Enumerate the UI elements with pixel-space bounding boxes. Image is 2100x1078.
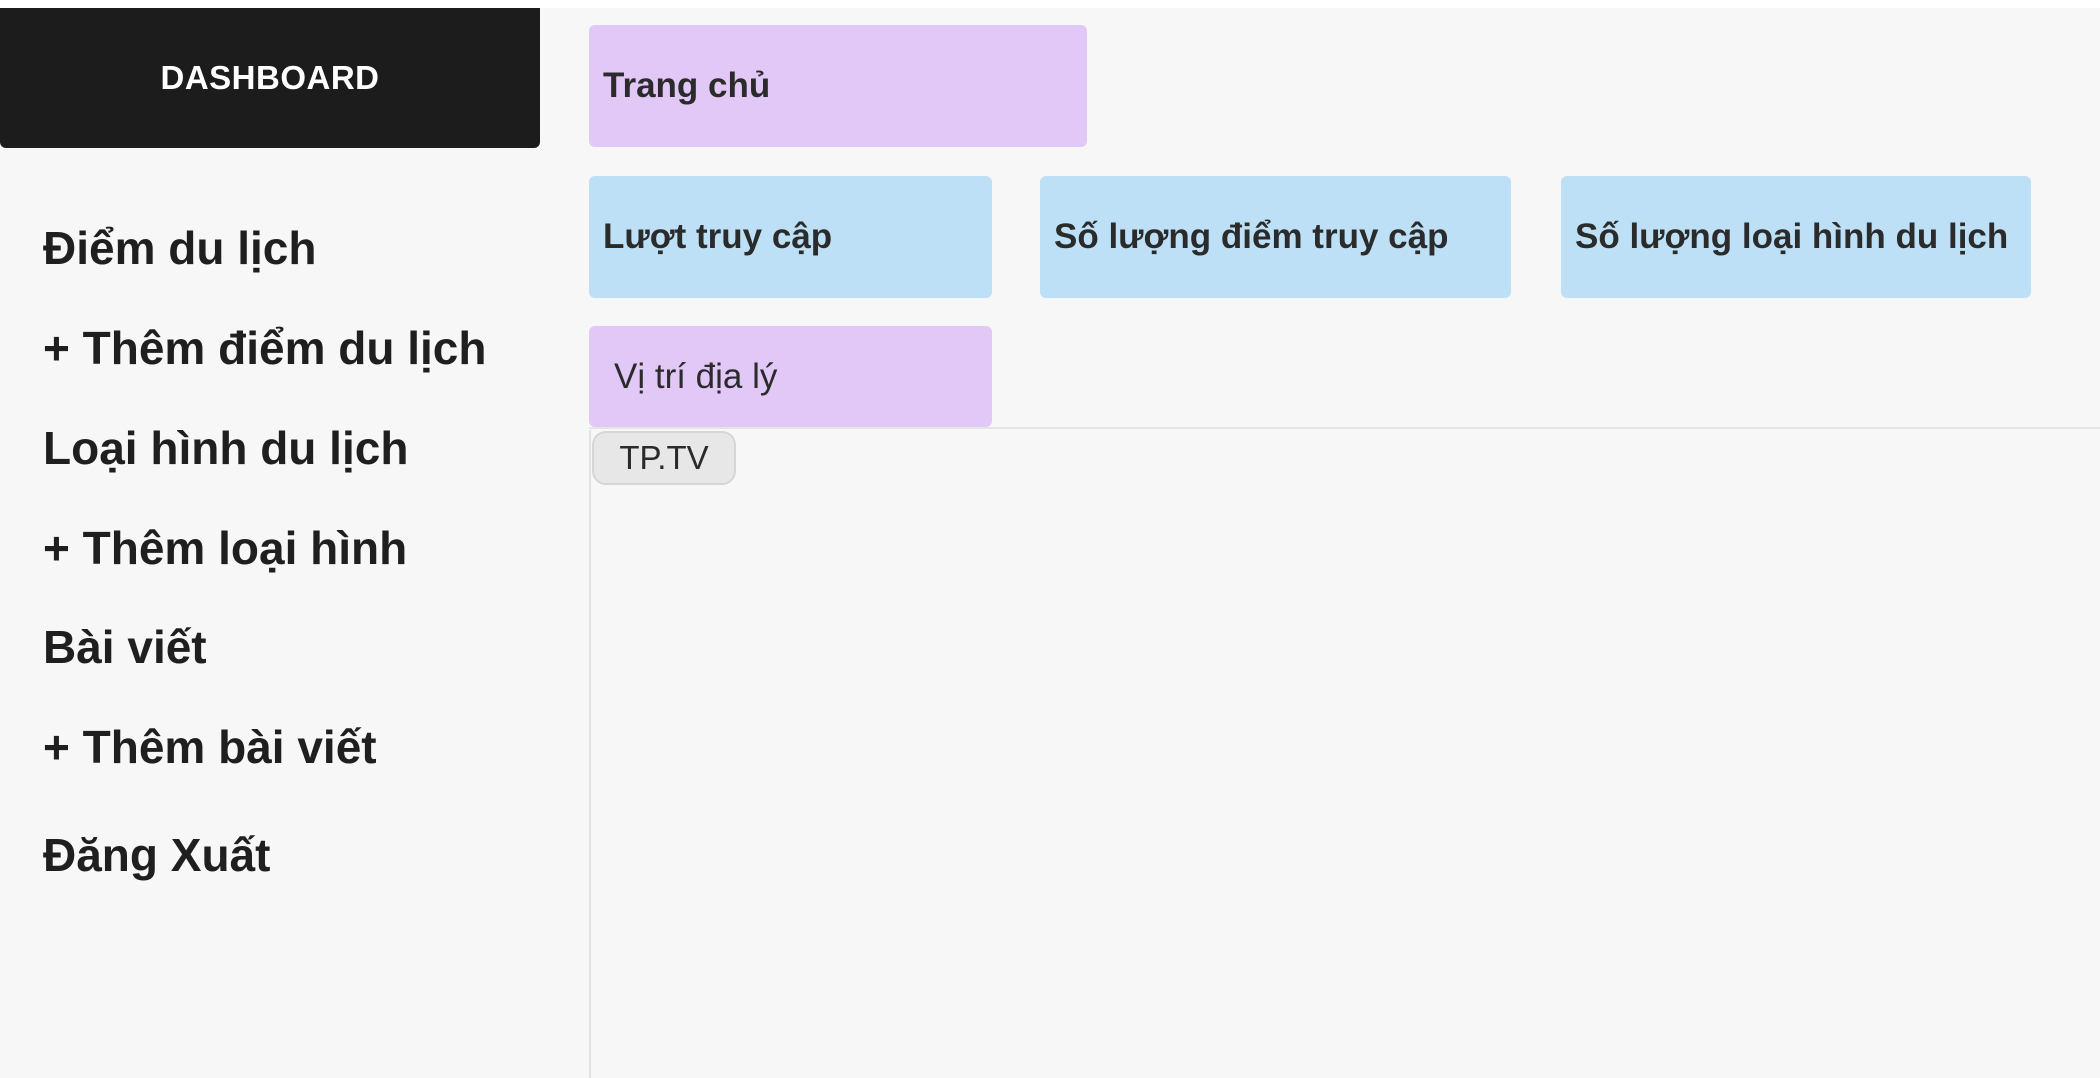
map-area[interactable]: [591, 429, 2100, 1078]
sidebar-item-add-tourist-spot[interactable]: + Thêm điểm du lịch: [43, 320, 486, 376]
sidebar-item-add-post[interactable]: + Thêm bài viết: [43, 719, 377, 775]
stat-card-tourism-types[interactable]: Số lượng loại hình du lịch: [1561, 176, 2031, 298]
sidebar-item-posts[interactable]: Bài viết: [43, 619, 207, 675]
top-strip: [0, 0, 2100, 8]
sidebar-item-tourism-types[interactable]: Loại hình du lịch: [43, 420, 408, 476]
dashboard-brand[interactable]: DASHBOARD: [0, 8, 540, 148]
sidebar-item-logout[interactable]: Đăng Xuất: [43, 827, 270, 883]
stat-card-visit-points[interactable]: Số lượng điểm truy cập: [1040, 176, 1511, 298]
map-marker-label[interactable]: TP.TV: [592, 431, 736, 485]
stat-card-visits[interactable]: Lượt truy cập: [589, 176, 992, 298]
location-card[interactable]: Vị trí địa lý: [589, 326, 992, 427]
map-left-border: [589, 430, 591, 1078]
sidebar-item-tourist-spots[interactable]: Điểm du lịch: [43, 220, 316, 276]
map-top-border: [589, 427, 2100, 429]
home-card[interactable]: Trang chủ: [589, 25, 1087, 147]
sidebar-item-add-tourism-type[interactable]: + Thêm loại hình: [43, 520, 407, 576]
